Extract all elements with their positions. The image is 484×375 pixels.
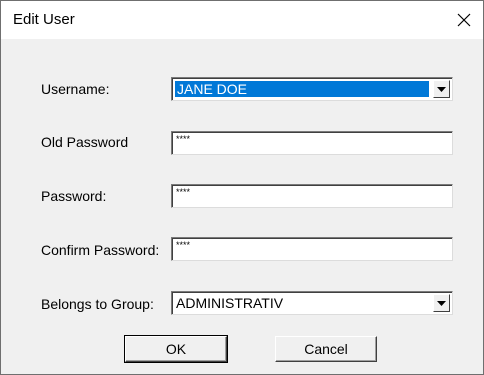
close-icon xyxy=(457,13,471,27)
username-label: Username: xyxy=(41,81,110,97)
username-dropdown-button[interactable] xyxy=(433,80,450,98)
close-button[interactable] xyxy=(451,7,477,33)
group-label: Belongs to Group: xyxy=(41,296,154,312)
group-dropdown-button[interactable] xyxy=(433,294,450,312)
dropdown-arrow-icon xyxy=(437,86,446,92)
old-password-field[interactable]: **** xyxy=(171,131,453,155)
password-field[interactable]: **** xyxy=(171,184,453,208)
username-selection: JANE DOE xyxy=(175,81,429,97)
ok-button[interactable]: OK xyxy=(124,335,228,363)
confirm-password-value: **** xyxy=(176,240,191,250)
group-combobox[interactable]: ADMINISTRATIV xyxy=(171,291,453,315)
cancel-button[interactable]: Cancel xyxy=(275,336,377,362)
username-value: JANE DOE xyxy=(177,81,248,97)
username-combobox[interactable]: JANE DOE xyxy=(171,77,453,101)
confirm-password-label: Confirm Password: xyxy=(41,242,160,258)
old-password-label: Old Password xyxy=(41,134,129,150)
title-bar[interactable]: Edit User xyxy=(1,1,483,39)
old-password-value: **** xyxy=(176,134,191,144)
dialog-title: Edit User xyxy=(13,11,75,28)
password-value: **** xyxy=(176,187,191,197)
confirm-password-field[interactable]: **** xyxy=(171,237,453,261)
group-value: ADMINISTRATIV xyxy=(176,295,284,311)
edit-user-dialog: Edit User Username: JANE DOE Old Passwor… xyxy=(0,0,484,375)
password-label: Password: xyxy=(41,188,107,204)
dialog-body: Username: JANE DOE Old Password **** Pas… xyxy=(1,39,483,374)
dropdown-arrow-icon xyxy=(437,300,446,306)
